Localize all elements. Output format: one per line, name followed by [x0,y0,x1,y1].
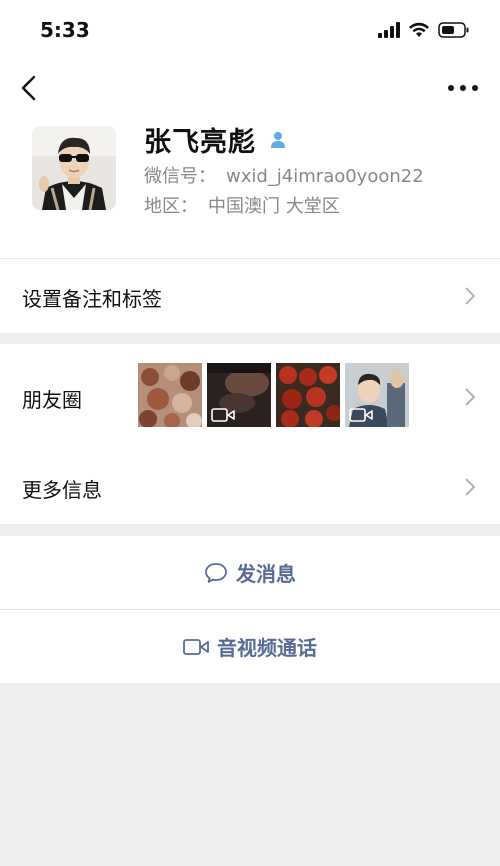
video-icon [211,408,235,422]
status-bar: 5:33 [0,0,500,62]
region-label: 地区： [144,196,198,217]
video-icon [349,408,373,422]
cellular-signal-icon [378,22,400,38]
video-call-label: 音视频通话 [217,636,317,660]
region-line: 地区： 中国澳门 大堂区 [144,192,340,218]
status-time: 5:33 [40,18,90,42]
back-arrow-icon[interactable] [16,74,44,102]
avatar-photo [32,126,116,210]
more-info-label: 更多信息 [22,478,102,502]
chevron-right-icon [465,287,476,305]
send-message-label: 发消息 [236,562,296,586]
nav-bar [0,62,500,114]
moments-thumbnail[interactable] [345,363,409,427]
chat-bubble-icon [205,562,227,583]
contact-name: 张飞亮彪 [144,127,256,158]
send-message-button[interactable]: 发消息 [0,536,500,609]
food-photo [276,363,340,427]
moments-thumbnail[interactable] [138,363,202,427]
set-remark-tags-label: 设置备注和标签 [22,287,162,311]
profile-header: 张飞亮彪 微信号： wxid_j4imrao0yoon22 地区： 中国澳门 大堂区 [0,114,500,258]
moments-thumbnail[interactable] [207,363,271,427]
wifi-icon [409,22,429,37]
moments-thumbnail[interactable] [276,363,340,427]
region-value: 中国澳门 大堂区 [208,196,340,217]
name-row: 张飞亮彪 [144,120,288,159]
wechat-id-label: 微信号： [144,166,216,187]
more-info-row[interactable]: 更多信息 [0,450,500,524]
battery-icon [438,22,469,38]
moments-row[interactable]: 朋友圈 [0,344,500,450]
wechat-id-line: 微信号： wxid_j4imrao0yoon22 [144,162,424,188]
wechat-id-value: wxid_j4imrao0yoon22 [226,166,424,187]
moments-label: 朋友圈 [22,388,82,412]
more-dot [448,85,454,91]
video-call-button[interactable]: 音视频通话 [0,610,500,683]
chevron-right-icon [465,478,476,496]
male-gender-icon [271,131,285,148]
more-dot [460,85,466,91]
chevron-right-icon [465,388,476,406]
video-camera-icon [183,638,209,655]
avatar[interactable] [32,126,116,210]
more-dot [472,85,478,91]
set-remark-tags-row[interactable]: 设置备注和标签 [0,258,500,333]
moments-thumbnails [138,363,409,427]
food-photo [138,363,202,427]
status-icons [378,22,470,38]
more-options-button[interactable] [448,76,478,100]
